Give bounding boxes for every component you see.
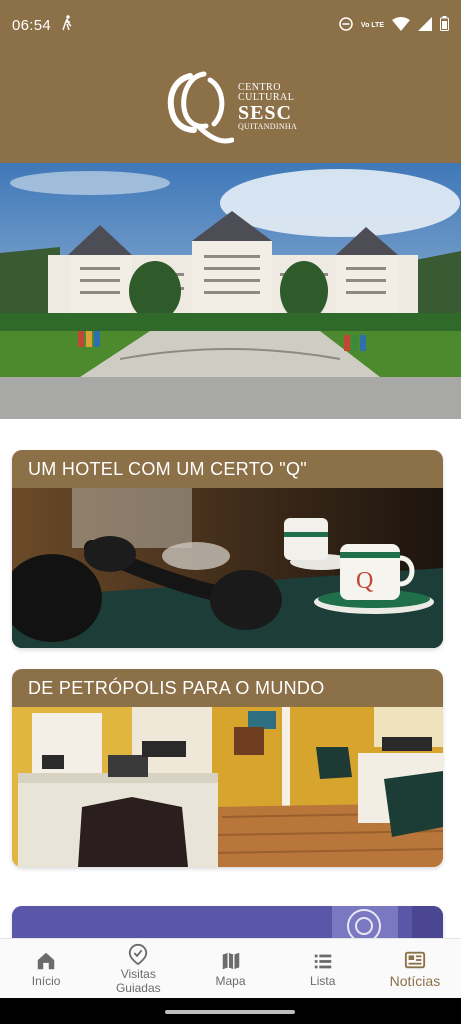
news-card-petropolis[interactable]: DE PETRÓPOLIS PARA O MUNDO <box>12 669 443 867</box>
signal-icon <box>418 16 432 34</box>
nav-item-visitas-guiadas[interactable]: Visitas Guiadas <box>92 939 184 998</box>
logo-line-quitandinha: QUITANDINHA <box>237 121 298 131</box>
news-feed[interactable]: UM HOTEL COM UM CERTO "Q" Q DE PETRÓPOLI… <box>0 163 461 938</box>
nav-label: Lista <box>310 973 336 988</box>
logo-line-sesc: SESC <box>237 101 292 124</box>
home-indicator[interactable] <box>165 1010 295 1014</box>
wifi-icon <box>392 16 410 34</box>
office-room-image <box>12 707 443 867</box>
volte-label: Vo LTE <box>360 21 384 29</box>
news-icon <box>404 951 425 968</box>
logo-line-cultural: CULTURAL <box>237 91 295 103</box>
tour-icon <box>129 943 148 965</box>
nav-item-mapa[interactable]: Mapa <box>184 939 276 998</box>
nav-item-noticias[interactable]: Notícias <box>369 939 461 998</box>
nav-item-inicio[interactable]: Início <box>0 939 92 998</box>
news-card-partial[interactable] <box>12 906 443 938</box>
logo-line-centro: CENTRO <box>237 81 281 93</box>
walking-icon <box>61 14 73 36</box>
battery-icon <box>440 16 449 34</box>
list-icon <box>314 954 331 968</box>
dnd-icon <box>339 16 353 34</box>
q-monogram-icon <box>167 71 234 143</box>
news-card-title: UM HOTEL COM UM CERTO "Q" <box>12 450 443 488</box>
pattern-banner-image <box>12 906 443 938</box>
nav-label: Visitas Guiadas <box>115 966 161 995</box>
hero-palace-image <box>0 163 461 419</box>
nav-label: Notícias <box>389 972 441 989</box>
bottom-nav: Início Visitas Guiadas Mapa Lista Notíci… <box>0 938 461 998</box>
telephone-and-cups-image: Q <box>12 488 443 648</box>
nav-label: Início <box>31 973 61 988</box>
status-bar: 06:54 Vo LTE <box>0 0 461 50</box>
gesture-bar <box>0 998 461 1024</box>
svg-text:Q: Q <box>356 568 373 594</box>
nav-label: Mapa <box>215 973 246 988</box>
status-time: 06:54 <box>12 16 52 34</box>
app-header: CENTRO CULTURAL SESC QUITANDINHA <box>0 50 461 163</box>
home-icon <box>37 952 55 969</box>
news-card-hotel[interactable]: UM HOTEL COM UM CERTO "Q" Q <box>12 450 443 648</box>
sesc-logo: CENTRO CULTURAL SESC QUITANDINHA <box>164 66 297 148</box>
map-icon <box>222 952 239 969</box>
news-card-title: DE PETRÓPOLIS PARA O MUNDO <box>12 669 443 707</box>
nav-item-lista[interactable]: Lista <box>277 939 369 998</box>
